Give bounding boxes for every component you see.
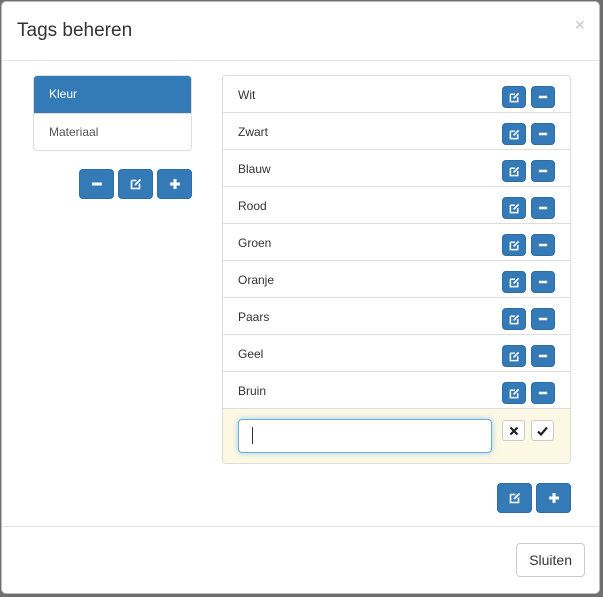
add-tag-button[interactable] [536,483,571,513]
tag-label: Geel [238,347,264,361]
tag-row: Rood [223,187,570,224]
category-list: Kleur Materiaal [33,75,192,151]
tag-label: Blauw [238,162,271,176]
plus-icon [169,179,180,189]
edit-tag-button[interactable] [502,197,526,219]
edit-tag-button[interactable] [502,234,526,256]
edit-tag-button[interactable] [502,123,526,145]
dialog-header: Tags beheren × [2,2,599,61]
tag-label: Oranje [238,273,275,287]
remove-tag-button[interactable] [531,160,555,182]
new-tag-input[interactable] [238,419,492,453]
remove-tag-button[interactable] [531,345,555,367]
edit-icon [509,240,519,250]
text-caret [252,427,253,444]
tag-row: Zwart [223,113,570,150]
edit-icon [509,492,520,504]
edit-icon [509,92,519,102]
category-item-materiaal[interactable]: Materiaal [34,113,191,150]
dialog-footer: Sluiten [2,526,599,593]
minus-icon [91,182,102,186]
minus-icon [538,132,548,136]
tag-label: Groen [238,236,272,250]
cancel-new-tag-button[interactable] [502,420,525,441]
remove-tag-button[interactable] [531,382,555,404]
tag-label: Bruin [238,384,267,398]
tag-label: Rood [238,199,267,213]
manage-tags-dialog: Tags beheren × Kleur Materiaal Wit Zwart [1,1,600,594]
remove-tag-button[interactable] [531,86,555,108]
close-dialog-button[interactable]: Sluiten [516,543,585,577]
minus-icon [538,391,548,395]
confirm-new-tag-button[interactable] [531,420,554,441]
edit-icon [509,388,519,398]
category-item-kleur[interactable]: Kleur [34,76,191,113]
edit-tag-button[interactable] [502,345,526,367]
remove-tag-button[interactable] [531,308,555,330]
minus-icon [538,317,548,321]
add-category-button[interactable] [157,169,192,199]
tag-row: Oranje [223,261,570,298]
minus-icon [538,206,548,210]
minus-icon [538,243,548,247]
edit-tag-button[interactable] [502,160,526,182]
remove-tag-button[interactable] [531,197,555,219]
edit-tag-button[interactable] [502,271,526,293]
remove-tag-button[interactable] [531,271,555,293]
remove-tag-button[interactable] [531,234,555,256]
tag-list: Wit Zwart Blauw Rood Groen Oranje Paars … [222,75,571,464]
tag-row: Blauw [223,150,570,187]
tag-label: Paars [238,310,270,324]
tag-label: Wit [238,88,256,102]
edit-tag-button[interactable] [502,86,526,108]
tag-row: Geel [223,335,570,372]
edit-icon [509,129,519,139]
plus-icon [548,493,559,503]
minus-icon [538,95,548,99]
minus-icon [538,354,548,358]
edit-tags-button[interactable] [497,483,532,513]
minus-icon [538,169,548,173]
tag-label: Zwart [238,125,268,139]
dialog-title: Tags beheren [17,20,133,41]
edit-category-button[interactable] [118,169,153,199]
edit-icon [130,178,141,190]
close-icon[interactable]: × [574,16,585,34]
tag-row: Groen [223,224,570,261]
remove-tag-button[interactable] [531,123,555,145]
tag-row: Paars [223,298,570,335]
edit-icon [509,277,519,287]
edit-icon [509,203,519,213]
remove-category-button[interactable] [79,169,114,199]
tag-row: Wit [223,76,570,113]
edit-tag-button[interactable] [502,382,526,404]
edit-icon [509,166,519,176]
tag-row: Bruin [223,372,570,409]
x-icon [509,426,518,435]
new-tag-row [223,409,570,463]
check-icon [537,426,548,436]
edit-icon [509,314,519,324]
edit-icon [509,351,519,361]
minus-icon [538,280,548,284]
edit-tag-button[interactable] [502,308,526,330]
